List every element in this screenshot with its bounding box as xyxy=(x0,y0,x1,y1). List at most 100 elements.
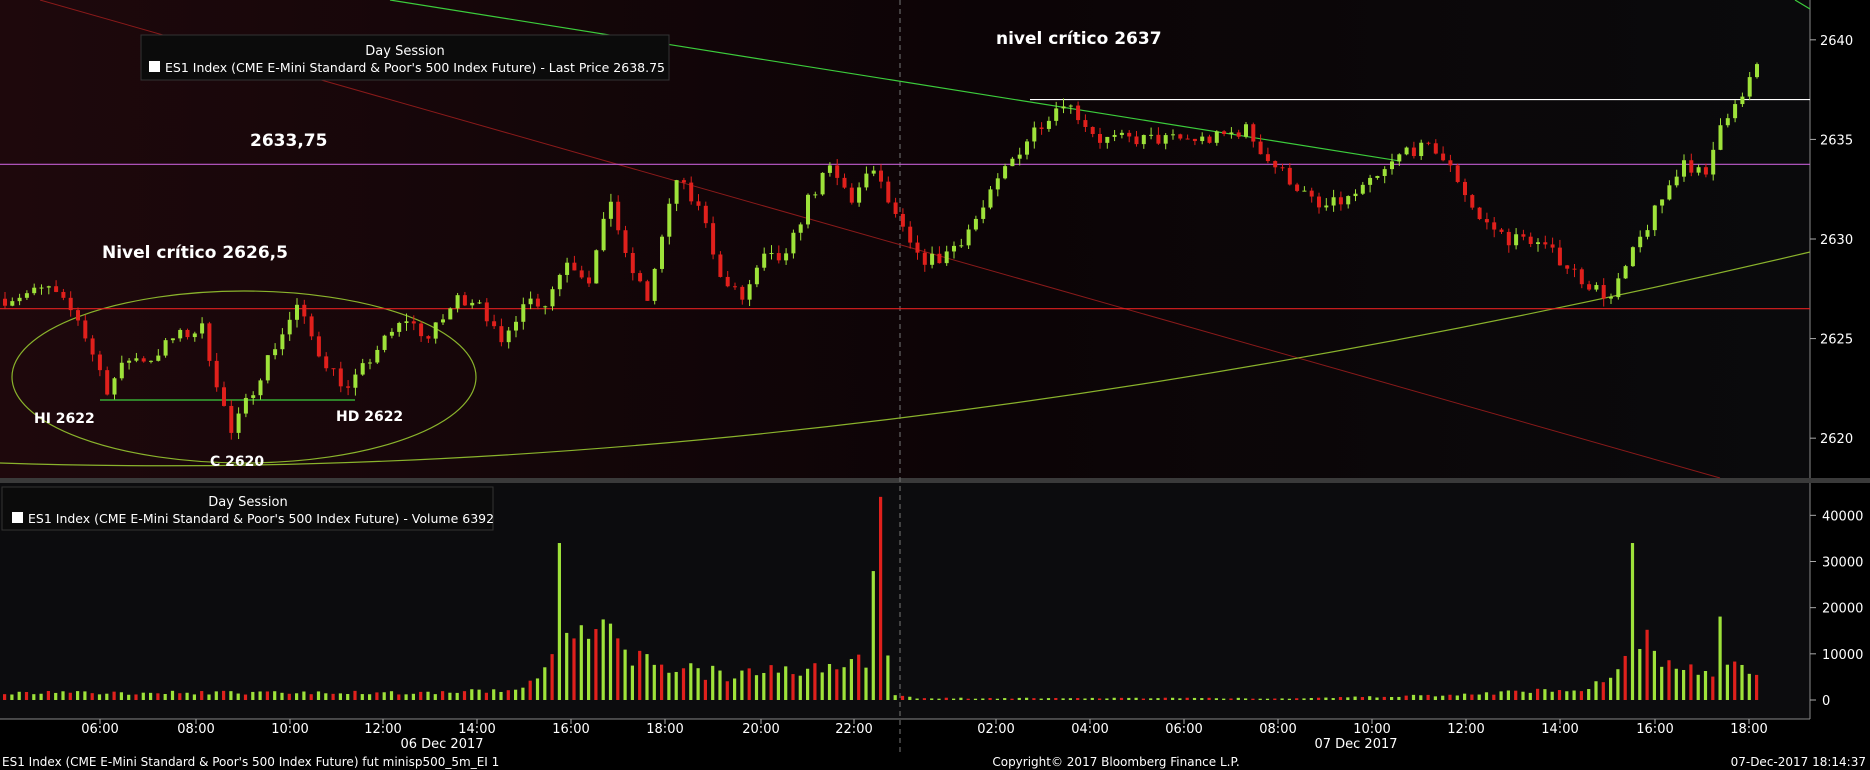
panel-separator[interactable] xyxy=(0,478,1870,483)
volume-bar xyxy=(141,692,145,700)
candle-body xyxy=(1375,175,1380,178)
volume-bar xyxy=(258,691,262,700)
volume-bar xyxy=(1426,694,1430,700)
volume-bar xyxy=(382,692,386,700)
candle-body xyxy=(258,380,263,396)
candle-body xyxy=(24,293,29,298)
candle-body xyxy=(1244,124,1248,137)
volume-bar xyxy=(806,668,810,700)
candle-body xyxy=(674,180,679,204)
volume-bar xyxy=(76,691,80,700)
volume-bar xyxy=(1390,696,1394,700)
candle-body xyxy=(1747,77,1752,97)
volume-bar xyxy=(959,697,963,700)
volume-bar xyxy=(514,689,518,700)
volume-bar xyxy=(1499,691,1503,700)
volume-bar xyxy=(1119,697,1124,700)
candle-body xyxy=(660,236,664,269)
candle-body xyxy=(411,321,416,324)
volume-bar xyxy=(1032,698,1036,700)
candle-body xyxy=(1258,141,1263,155)
price-legend[interactable]: Day Session ES1 Index (CME E-Mini Standa… xyxy=(140,34,670,81)
volume-bar xyxy=(973,698,978,700)
candle-body xyxy=(506,330,511,343)
candle-body xyxy=(849,187,854,203)
candle-body xyxy=(1579,269,1584,285)
volume-bar xyxy=(557,543,561,700)
price-y-tick-label: 2630 xyxy=(1820,233,1853,248)
x-tick-label: 06:00 xyxy=(1165,722,1202,737)
volume-bar xyxy=(316,691,321,700)
candle-body xyxy=(316,336,321,357)
volume-bar xyxy=(1317,697,1321,700)
volume-bar xyxy=(1382,696,1386,700)
volume-bar xyxy=(68,692,72,700)
volume-bar xyxy=(1338,697,1343,700)
candle-body xyxy=(1054,108,1059,121)
volume-bar xyxy=(944,697,948,700)
volume-bar xyxy=(156,693,160,700)
volume-bar xyxy=(754,675,759,700)
volume-bar xyxy=(119,692,123,700)
candle-body xyxy=(981,207,986,219)
candle-body xyxy=(1222,131,1227,135)
volume-bar xyxy=(616,638,620,700)
volume-bar xyxy=(842,667,846,700)
candle-body xyxy=(535,298,540,307)
candle-body xyxy=(309,316,314,337)
volume-bar xyxy=(149,692,153,700)
volume-bar xyxy=(324,693,328,700)
volume-bar xyxy=(1331,698,1335,700)
candle-body xyxy=(1426,142,1431,144)
volume-bar xyxy=(1689,664,1693,700)
candle-body xyxy=(1163,135,1168,144)
candle-body xyxy=(1638,236,1643,248)
volume-legend[interactable]: Day Session ES1 Index (CME E-Mini Standa… xyxy=(1,486,494,531)
volume-bar xyxy=(1360,697,1364,700)
volume-bar xyxy=(112,691,116,700)
candle-body xyxy=(331,368,336,370)
volume-bar xyxy=(1419,695,1423,700)
candle-body xyxy=(1411,147,1416,157)
candle-body xyxy=(163,340,168,356)
x-tick-label: 20:00 xyxy=(742,722,779,737)
volume-bar xyxy=(46,690,50,700)
x-tick-label: 06:00 xyxy=(81,722,118,737)
volume-bar xyxy=(1433,696,1437,700)
candle-body xyxy=(280,334,285,350)
volume-bar xyxy=(740,670,744,700)
volume-bar xyxy=(1222,698,1226,700)
volume-bar xyxy=(915,698,919,700)
candle-body xyxy=(1652,205,1657,231)
candle-body xyxy=(1667,185,1672,200)
volume-bar xyxy=(1543,689,1547,700)
candle-body xyxy=(1616,278,1621,298)
volume-bar xyxy=(871,571,875,700)
candle-body xyxy=(1725,118,1730,126)
candle-body xyxy=(908,226,913,243)
candle-body xyxy=(389,331,394,336)
volume-bar xyxy=(900,695,905,700)
volume-bar xyxy=(1083,698,1087,700)
volume-bar xyxy=(346,694,350,700)
volume-bar xyxy=(1755,674,1759,700)
volume-bar xyxy=(97,694,102,700)
candle-body xyxy=(462,295,467,306)
candle-body xyxy=(1740,96,1745,105)
volume-bar xyxy=(893,695,897,700)
candle-body xyxy=(842,177,847,188)
candle-body xyxy=(1127,132,1132,137)
candle-body xyxy=(222,387,226,406)
candle-body xyxy=(652,268,657,301)
candle-body xyxy=(689,182,694,202)
price-y-tick-label: 2635 xyxy=(1820,133,1853,148)
volume-bar xyxy=(1711,676,1715,700)
volume-bar xyxy=(1404,695,1408,700)
candle-body xyxy=(185,329,190,338)
volume-bar xyxy=(397,694,401,700)
volume-bar xyxy=(864,667,868,700)
candle-body xyxy=(1645,230,1650,237)
volume-bar xyxy=(470,689,474,700)
candle-body xyxy=(404,321,409,323)
candle-body xyxy=(207,323,212,361)
